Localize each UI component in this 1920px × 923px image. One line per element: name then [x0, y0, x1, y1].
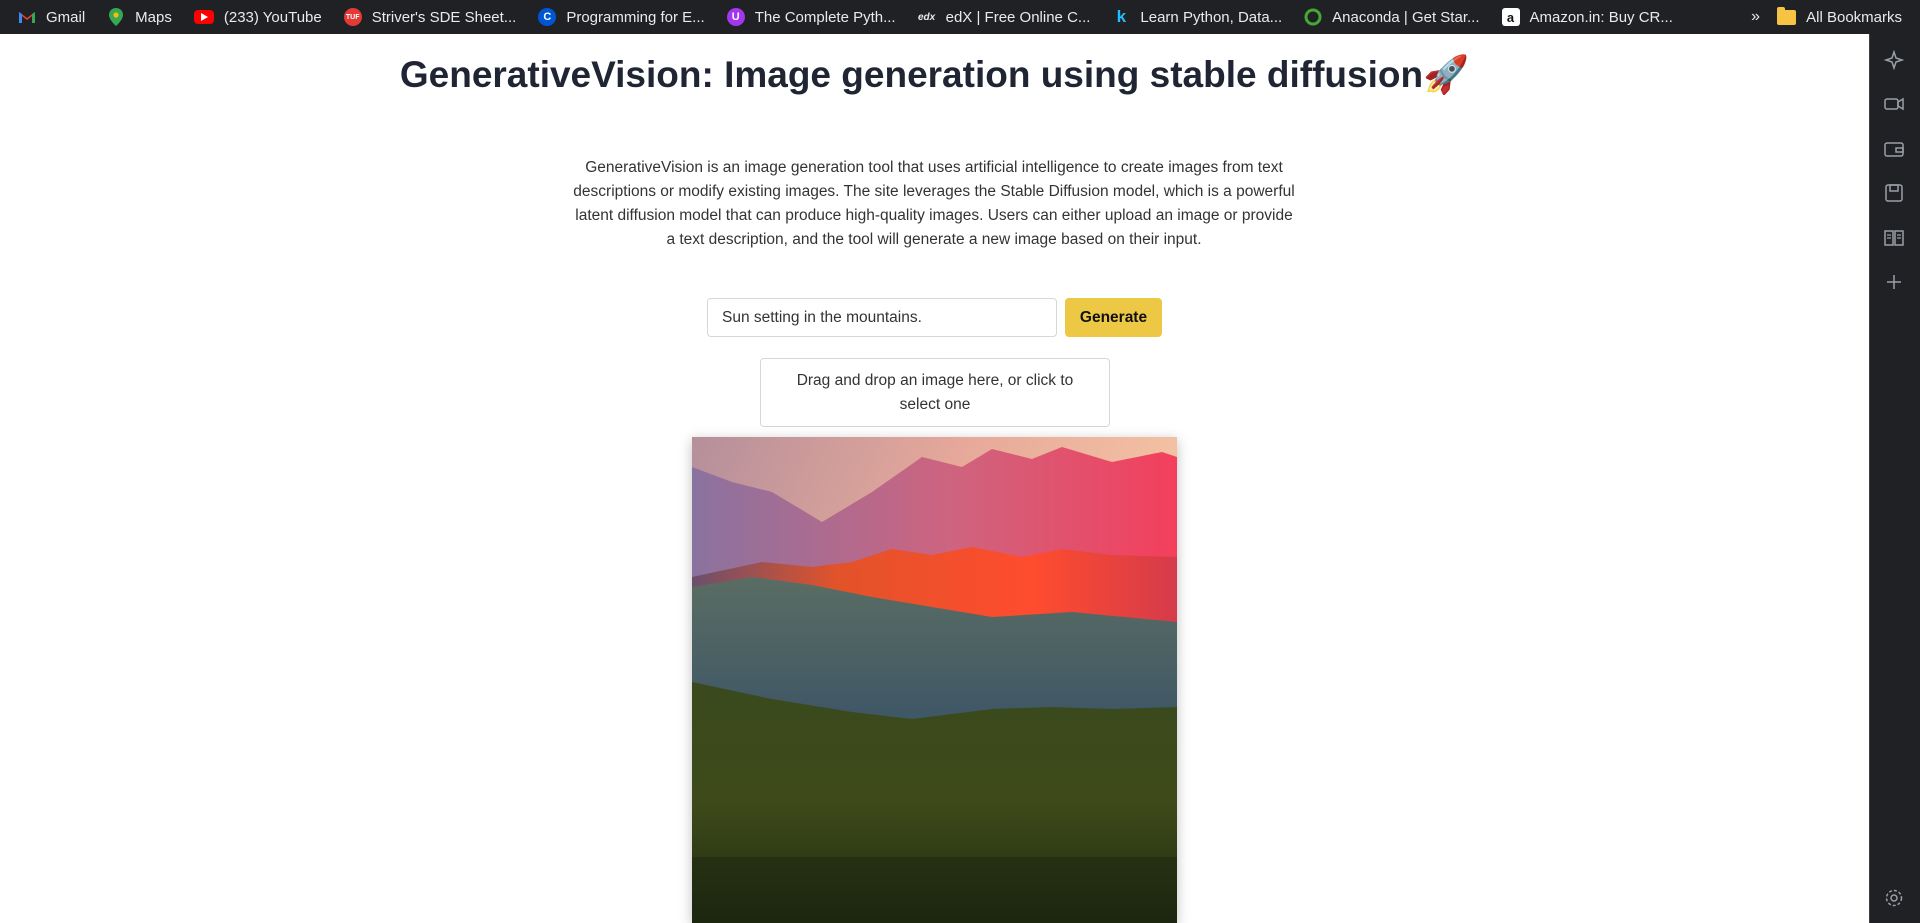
bookmark-striver[interactable]: TUF Striver's SDE Sheet... — [343, 0, 517, 34]
bookmark-kaggle[interactable]: k Learn Python, Data... — [1112, 0, 1283, 34]
dropzone-text: Drag and drop an image here, or click to… — [796, 371, 1074, 413]
all-bookmarks-button[interactable]: All Bookmarks — [1777, 0, 1902, 34]
bookmark-gmail[interactable]: Gmail — [18, 0, 85, 34]
video-icon[interactable] — [1882, 92, 1906, 116]
coursera-icon: C — [538, 8, 557, 26]
bookmark-coursera[interactable]: C Programming for E... — [538, 0, 705, 34]
reading-list-icon[interactable] — [1882, 226, 1906, 250]
browser-side-panel — [1869, 34, 1920, 923]
bookmark-label: (233) YouTube — [223, 8, 322, 26]
bookmark-anaconda[interactable]: Anaconda | Get Star... — [1304, 0, 1480, 34]
kaggle-icon: k — [1116, 7, 1127, 26]
maps-icon — [107, 8, 125, 26]
bookmark-label: Learn Python, Data... — [1140, 8, 1283, 26]
settings-icon[interactable] — [1882, 886, 1906, 910]
image-dropzone[interactable]: Drag and drop an image here, or click to… — [760, 358, 1110, 427]
bookmark-label: Amazon.in: Buy CR... — [1529, 8, 1673, 26]
edx-icon: edx — [917, 11, 936, 23]
prompt-input[interactable] — [707, 298, 1057, 337]
generate-button[interactable]: Generate — [1065, 298, 1162, 337]
bookmarks-bar: Gmail Maps (233) YouTube TUF Striver's S… — [0, 0, 1920, 34]
bookmarks-overflow-button[interactable]: » — [1751, 0, 1760, 34]
bookmark-label: The Complete Pyth... — [754, 8, 896, 26]
bookmark-udemy[interactable]: U The Complete Pyth... — [726, 0, 896, 34]
page-title: GenerativeVision: Image generation using… — [399, 54, 1470, 95]
page-content: GenerativeVision: Image generation using… — [0, 34, 1869, 923]
bookmark-label: Gmail — [46, 8, 86, 26]
tuf-icon: TUF — [343, 8, 362, 26]
all-bookmarks-label: All Bookmarks — [1806, 8, 1902, 26]
bookmark-youtube[interactable]: (233) YouTube — [193, 0, 322, 34]
wallet-icon[interactable] — [1882, 137, 1906, 161]
bookmark-label: Maps — [135, 8, 172, 26]
bookmark-edx[interactable]: edx edX | Free Online C... — [917, 0, 1091, 34]
folder-icon — [1777, 6, 1797, 25]
amazon-icon: a — [1501, 8, 1520, 26]
bookmark-label: edX | Free Online C... — [945, 8, 1091, 26]
sparkle-icon[interactable] — [1882, 48, 1906, 72]
bookmark-amazon[interactable]: a Amazon.in: Buy CR... — [1501, 0, 1673, 34]
bookmark-label: Striver's SDE Sheet... — [371, 8, 517, 26]
bookmark-maps[interactable]: Maps — [107, 0, 172, 34]
bookmark-label: Programming for E... — [566, 8, 705, 26]
bookmark-label: Anaconda | Get Star... — [1332, 8, 1480, 26]
gmail-icon — [18, 8, 36, 26]
save-icon[interactable] — [1882, 181, 1906, 205]
generated-image — [692, 437, 1177, 923]
page-description: GenerativeVision is an image generation … — [573, 159, 1295, 248]
add-icon[interactable] — [1882, 270, 1906, 294]
youtube-icon — [193, 10, 214, 24]
anaconda-icon — [1304, 8, 1322, 26]
udemy-icon: U — [726, 8, 745, 26]
